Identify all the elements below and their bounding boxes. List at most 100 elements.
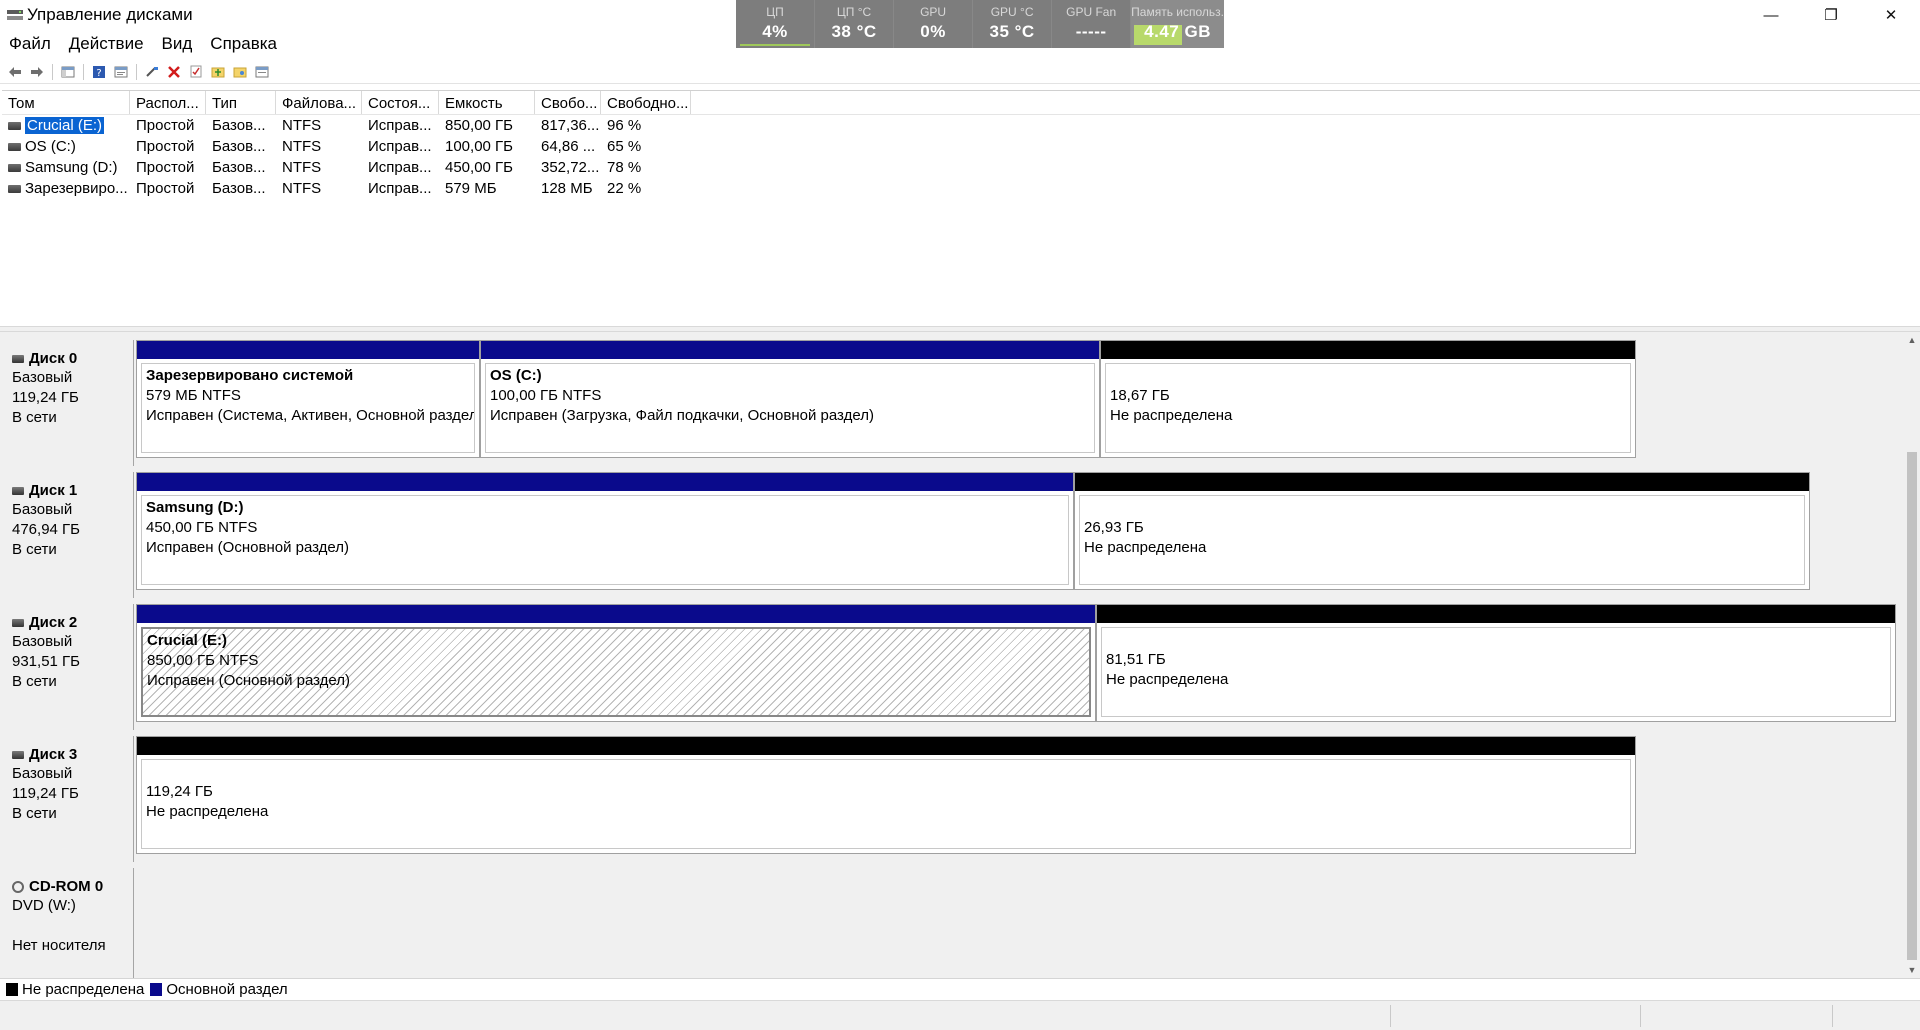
column-header-status[interactable]: Состоя...: [362, 91, 439, 114]
disk-label[interactable]: Диск 0 Базовый 119,24 ГБ В сети: [2, 340, 134, 466]
memory-usage-value: 4.47 GB: [1144, 22, 1211, 41]
open-folder-icon[interactable]: [229, 61, 251, 83]
partition-status: Не распределена: [1106, 671, 1229, 688]
toolbar-separator: [52, 63, 53, 80]
partition-size: 450,00 ГБ NTFS: [146, 519, 258, 536]
column-header-volume[interactable]: Том: [2, 91, 130, 114]
partition-status: Не распределена: [146, 803, 269, 820]
new-folder-icon[interactable]: [207, 61, 229, 83]
volume-list-header: Том Распол... Тип Файлова... Состоя... Е…: [2, 91, 1920, 115]
volume-name: Crucial (E:): [25, 117, 105, 134]
volume-status: Исправ...: [368, 138, 432, 155]
volume-status: Исправ...: [368, 117, 432, 134]
partition-status: Не распределена: [1110, 407, 1233, 424]
disk-map-scrollbar[interactable]: ▲ ▼: [1904, 332, 1920, 978]
partition-name: [146, 762, 1626, 782]
disk-name: Диск 0: [29, 350, 78, 367]
disk-label[interactable]: Диск 3 Базовый 119,24 ГБ В сети: [2, 736, 134, 862]
cdrom-name: CD-ROM 0: [29, 878, 104, 895]
partition-size: 850,00 ГБ NTFS: [147, 652, 259, 669]
status-bar-divider: [1640, 1005, 1641, 1027]
cdrom-label[interactable]: CD-ROM 0 DVD (W:) Нет носителя: [2, 868, 134, 978]
unallocated-block[interactable]: 81,51 ГБ Не распределена: [1096, 604, 1896, 722]
partition-block-selected[interactable]: Crucial (E:) 850,00 ГБ NTFS Исправен (Ос…: [136, 604, 1096, 722]
console-tree-icon[interactable]: [57, 61, 79, 83]
unallocated-block[interactable]: 119,24 ГБ Не распределена: [136, 736, 1636, 854]
legend-label: Не распределена: [22, 981, 145, 998]
disk-type: Базовый: [12, 501, 73, 518]
status-bar-divider: [1390, 1005, 1391, 1027]
scroll-down-icon[interactable]: ▼: [1904, 962, 1920, 978]
close-button[interactable]: ✕: [1868, 0, 1914, 30]
delete-icon[interactable]: [163, 61, 185, 83]
partition-name: Crucial (E:): [147, 632, 228, 649]
menu-help[interactable]: Справка: [201, 32, 286, 56]
partition-size: 18,67 ГБ: [1110, 387, 1170, 404]
memory-usage-label: Память использ.: [1131, 5, 1224, 19]
legend-swatch: [6, 983, 18, 996]
column-header-filesystem[interactable]: Файлова...: [276, 91, 362, 114]
status-bar-divider: [1832, 1005, 1833, 1027]
disk-label[interactable]: Диск 1 Базовый 476,94 ГБ В сети: [2, 472, 134, 598]
table-row[interactable]: OS (C:) Простой Базов... NTFS Исправ... …: [2, 136, 1920, 157]
volume-capacity: 579 МБ: [445, 180, 497, 197]
column-header-type[interactable]: Тип: [206, 91, 276, 114]
toolbar-separator: [83, 63, 84, 80]
check-icon[interactable]: [185, 61, 207, 83]
partition-name: [1084, 498, 1800, 518]
properties-icon[interactable]: [110, 61, 132, 83]
partition-size: 26,93 ГБ: [1084, 519, 1144, 536]
column-header-capacity[interactable]: Емкость: [439, 91, 535, 114]
unallocated-block[interactable]: 18,67 ГБ Не распределена: [1100, 340, 1636, 458]
menu-action[interactable]: Действие: [60, 32, 153, 56]
menu-file[interactable]: Файл: [0, 32, 60, 56]
table-row[interactable]: Samsung (D:) Простой Базов... NTFS Испра…: [2, 157, 1920, 178]
disk-status: В сети: [12, 805, 57, 822]
table-row[interactable]: Зарезервиро... Простой Базов... NTFS Исп…: [2, 178, 1920, 199]
volume-icon: [8, 163, 21, 172]
toolbar-separator: [136, 63, 137, 80]
list-icon[interactable]: [251, 61, 273, 83]
volume-status: Исправ...: [368, 159, 432, 176]
column-header-free-space[interactable]: Свобо...: [535, 91, 601, 114]
volume-layout: Простой: [136, 180, 195, 197]
volume-layout: Простой: [136, 117, 195, 134]
scroll-up-icon[interactable]: ▲: [1904, 332, 1920, 348]
disk-map: Диск 0 Базовый 119,24 ГБ В сети Зарезерв…: [0, 332, 1904, 978]
volume-capacity: 450,00 ГБ: [445, 159, 514, 176]
legend: Не распределена Основной раздел: [0, 978, 1920, 1000]
volume-type: Базов...: [212, 117, 266, 134]
disk-icon: [12, 750, 24, 759]
partition-status: Исправен (Основной раздел): [146, 539, 350, 556]
partition-name: Samsung (D:): [146, 499, 244, 516]
back-icon[interactable]: [4, 61, 26, 83]
gpu-fan-value: -----: [1075, 22, 1107, 41]
volume-percent-free: 65 %: [607, 138, 642, 155]
unallocated-block[interactable]: 26,93 ГБ Не распределена: [1074, 472, 1810, 590]
cdrom-status: Нет носителя: [12, 937, 106, 954]
partition-size: 119,24 ГБ: [146, 783, 213, 800]
column-header-layout[interactable]: Распол...: [130, 91, 206, 114]
disk-row: Диск 1 Базовый 476,94 ГБ В сети Samsung …: [0, 472, 1904, 598]
restore-button[interactable]: ❐: [1808, 0, 1854, 30]
primary-partition-bar: [481, 341, 1099, 359]
disk-management-app-icon: [7, 10, 23, 20]
column-header-percent-free[interactable]: Свободно...: [601, 91, 691, 114]
partition-block[interactable]: OS (C:) 100,00 ГБ NTFS Исправен (Загрузк…: [480, 340, 1100, 458]
volume-type: Базов...: [212, 159, 266, 176]
minimize-button[interactable]: —: [1748, 0, 1794, 30]
disk-name: Диск 2: [29, 614, 78, 631]
partition-block[interactable]: Samsung (D:) 450,00 ГБ NTFS Исправен (Ос…: [136, 472, 1074, 590]
partition-size: 100,00 ГБ NTFS: [490, 387, 602, 404]
partition-block[interactable]: Зарезервировано системой 579 МБ NTFS Исп…: [136, 340, 480, 458]
menu-view[interactable]: Вид: [153, 32, 202, 56]
disk-label[interactable]: Диск 2 Базовый 931,51 ГБ В сети: [2, 604, 134, 730]
scrollbar-thumb[interactable]: [1907, 452, 1917, 960]
help-icon[interactable]: ?: [88, 61, 110, 83]
table-row[interactable]: Crucial (E:) Простой Базов... NTFS Испра…: [2, 115, 1920, 136]
legend-swatch: [150, 983, 163, 996]
connect-icon[interactable]: [141, 61, 163, 83]
cpu-usage-label: ЦП: [766, 5, 784, 19]
gpu-usage-label: GPU: [920, 5, 947, 19]
forward-icon[interactable]: [26, 61, 48, 83]
